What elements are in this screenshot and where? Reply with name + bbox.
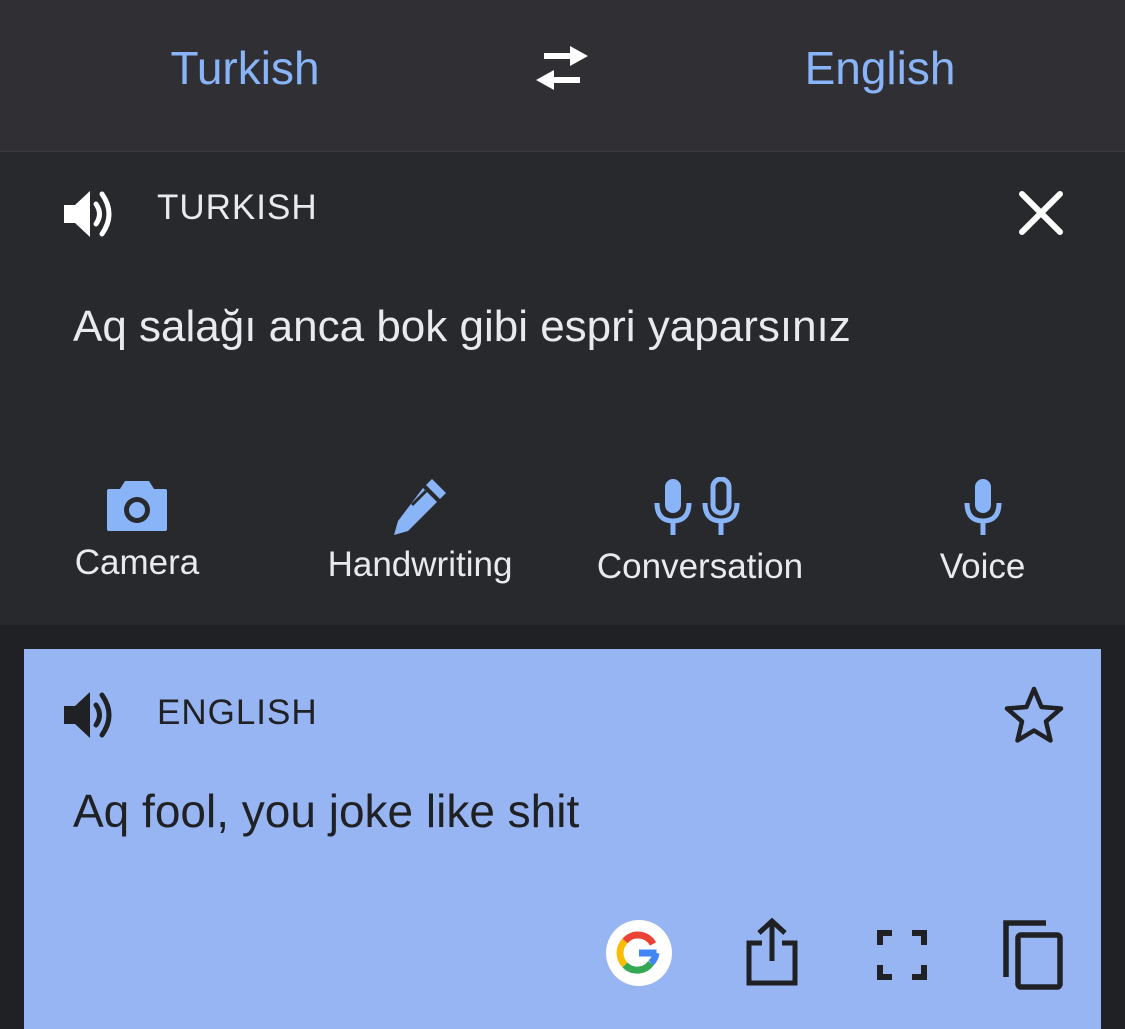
language-bar: Turkish English: [0, 0, 1125, 152]
close-icon[interactable]: [1012, 184, 1070, 242]
conversation-label: Conversation: [596, 547, 804, 586]
translation-text[interactable]: Aq fool, you joke like shit: [73, 784, 579, 838]
voice-button[interactable]: Voice: [910, 477, 1055, 607]
camera-icon: [107, 481, 167, 531]
copy-icon[interactable]: [1002, 919, 1066, 991]
share-icon[interactable]: [742, 917, 802, 989]
google-logo-icon[interactable]: [606, 920, 672, 986]
target-language-button[interactable]: English: [730, 36, 1030, 100]
source-language-label: TURKISH: [157, 188, 318, 227]
camera-button[interactable]: Camera: [52, 477, 222, 607]
camera-label: Camera: [74, 543, 200, 582]
swap-languages-icon[interactable]: [530, 42, 594, 94]
star-outline-icon[interactable]: [1002, 685, 1066, 745]
translation-card: ENGLISH Aq fool, you joke like shit: [24, 649, 1101, 1029]
pen-icon: [394, 479, 446, 535]
result-language-label: ENGLISH: [157, 693, 318, 732]
source-text[interactable]: Aq salağı anca bok gibi espri yaparsınız: [73, 302, 851, 352]
source-language-button[interactable]: Turkish: [95, 36, 395, 100]
double-mic-icon: [654, 477, 740, 535]
handwriting-button[interactable]: Handwriting: [300, 477, 540, 607]
mic-icon: [964, 479, 1001, 535]
fullscreen-icon[interactable]: [876, 929, 928, 981]
result-speaker-icon[interactable]: [60, 687, 120, 743]
conversation-button[interactable]: Conversation: [575, 477, 825, 607]
source-speaker-icon[interactable]: [60, 186, 120, 242]
voice-label: Voice: [939, 547, 1026, 586]
handwriting-label: Handwriting: [327, 545, 513, 584]
source-panel: TURKISH Aq salağı anca bok gibi espri ya…: [0, 152, 1125, 625]
